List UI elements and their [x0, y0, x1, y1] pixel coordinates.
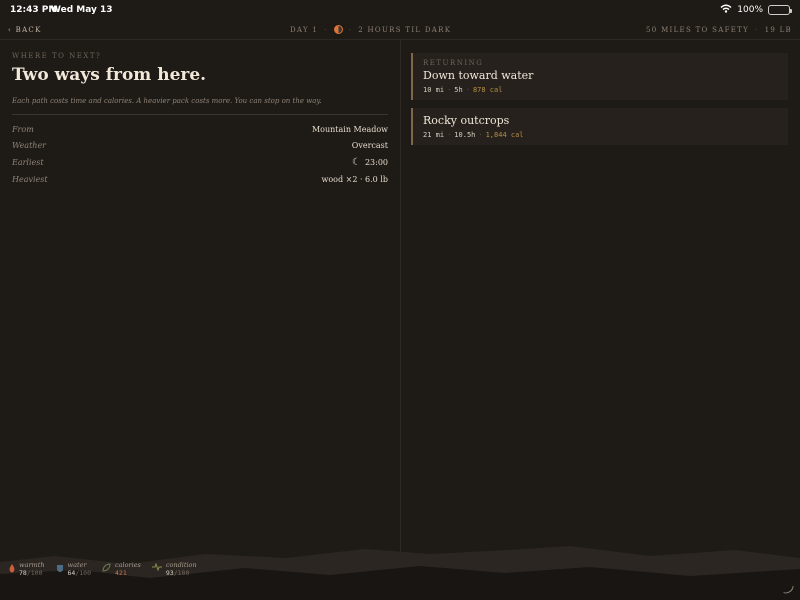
route-time: 5h	[454, 86, 463, 94]
back-button[interactable]: ‹ back	[8, 26, 42, 34]
route-calories: 1,844 cal	[485, 131, 524, 139]
water-cup-icon	[56, 564, 64, 574]
route-details: From Mountain Meadow Weather Overcast Ea…	[12, 121, 388, 187]
detail-label: Earliest	[12, 157, 44, 167]
vital-text: condition 93/100	[166, 561, 197, 577]
day-label: DAY 1	[290, 25, 319, 34]
vital-text: warmth 78/100	[19, 561, 45, 577]
separator-dot: ·	[348, 25, 353, 34]
detail-value: Mountain Meadow	[311, 124, 388, 134]
flame-icon	[9, 564, 15, 576]
route-stats: 10 mi · 5h · 878 cal	[423, 86, 778, 94]
top-bar: ‹ back DAY 1 · · 2 HOURS TIL DARK 50 MIL…	[0, 22, 800, 40]
detail-label: From	[12, 124, 34, 134]
separator-dot: ·	[447, 131, 452, 139]
detail-value: 23:00	[364, 157, 388, 167]
leaf-icon	[102, 563, 111, 574]
pack-weight: 19 LB	[764, 26, 792, 34]
vital-text: calories 421	[115, 561, 141, 577]
section-kicker: WHERE TO NEXT?	[12, 52, 102, 60]
divider-line	[12, 114, 388, 115]
vital-water: water 64/100	[56, 561, 91, 577]
progress-summary: 50 MILES TO SAFETY · 19 LB	[646, 26, 792, 34]
vital-condition: condition 93/100	[151, 561, 197, 577]
vital-value: 421	[115, 569, 127, 577]
detail-value: wood ×2 · 6.0 lb	[321, 174, 388, 184]
detail-row-weather: Weather Overcast	[12, 138, 388, 155]
route-options-panel: RETURNING Down toward water 10 mi · 5h · 878…	[411, 53, 788, 153]
route-stats: 21 mi · 10.5h · 1,844 cal	[423, 131, 778, 139]
detail-row-earliest: Earliest ☾ 23:00	[12, 154, 388, 171]
separator-dot: ·	[465, 86, 470, 94]
detail-value-wrapper: ☾ 23:00	[352, 157, 388, 168]
vitals-bar: warmth 78/100 water 64/100 calories 421 …	[9, 561, 197, 577]
route-name: Down toward water	[423, 69, 534, 82]
day-indicator: DAY 1 · · 2 HOURS TIL DARK	[290, 25, 451, 34]
distance-to-safety: 50 MILES TO SAFETY	[646, 26, 750, 34]
moon-icon: ☾	[351, 156, 361, 168]
vital-name: calories	[115, 561, 141, 569]
battery-icon	[768, 5, 792, 15]
daylight-remaining: 2 HOURS TIL DARK	[358, 25, 452, 34]
route-distance: 10 mi	[423, 86, 445, 94]
detail-row-heaviest: Heaviest wood ×2 · 6.0 lb	[12, 171, 388, 188]
vital-value: 93/100	[165, 569, 190, 577]
detail-value: Overcast	[351, 141, 388, 151]
separator-dot: ·	[478, 131, 483, 139]
vital-warmth: warmth 78/100	[9, 561, 45, 577]
separator-dot: ·	[447, 86, 452, 94]
sun-phase-icon	[333, 25, 343, 34]
route-description: Each path costs time and calories. A hea…	[12, 97, 322, 105]
vital-name: warmth	[19, 561, 45, 569]
pulse-icon	[151, 562, 162, 573]
status-bar: 12:43 PM Wed May 13 100%	[0, 0, 800, 20]
wifi-icon	[720, 4, 732, 16]
route-option-card[interactable]: Rocky outcrops 21 mi · 10.5h · 1,844 cal	[411, 108, 788, 145]
vital-value: 78/100	[19, 569, 43, 577]
battery-percent: 100%	[737, 5, 763, 15]
route-summary-panel: WHERE TO NEXT? Two ways from here. Each …	[12, 52, 388, 187]
separator-dot: ·	[755, 26, 759, 34]
vital-calories: calories 421	[102, 561, 141, 577]
route-name: Rocky outcrops	[423, 114, 510, 127]
column-divider	[400, 40, 401, 552]
status-right: 100%	[720, 4, 792, 16]
status-date: Wed May 13	[51, 5, 113, 15]
vital-text: water 64/100	[68, 561, 91, 577]
vital-value: 64/100	[67, 569, 91, 577]
detail-label: Weather	[12, 141, 46, 151]
route-tag: RETURNING	[423, 59, 484, 67]
route-calories: 878 cal	[472, 86, 503, 94]
detail-label: Heaviest	[12, 174, 48, 184]
detail-row-from: From Mountain Meadow	[12, 121, 388, 138]
vital-name: water	[67, 561, 87, 569]
page-title: Two ways from here.	[12, 65, 207, 85]
route-distance: 21 mi	[423, 131, 445, 139]
route-option-card[interactable]: RETURNING Down toward water 10 mi · 5h · 878…	[411, 53, 788, 100]
vital-name: condition	[165, 561, 197, 569]
separator-dot: ·	[324, 25, 328, 34]
route-time: 10.5h	[454, 131, 476, 139]
